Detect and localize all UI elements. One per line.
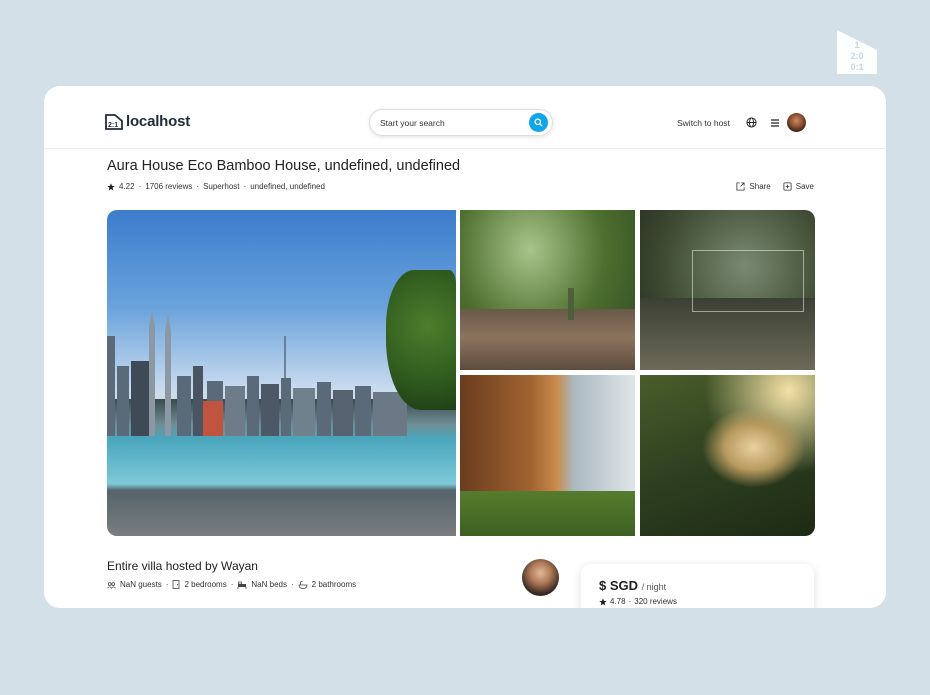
search-button[interactable] bbox=[529, 113, 548, 132]
location-link[interactable]: undefined, undefined bbox=[250, 182, 325, 191]
user-avatar[interactable] bbox=[786, 113, 806, 132]
guests-count: NaN guests bbox=[120, 580, 162, 589]
booking-rating-value: 4.78 bbox=[610, 597, 626, 606]
booking-card: $ SGD / night 4.78 · 320 reviews bbox=[581, 564, 814, 608]
host-avatar[interactable] bbox=[522, 559, 559, 596]
globe-icon[interactable] bbox=[746, 117, 757, 128]
listing-title: Aura House Eco Bamboo House, undefined, … bbox=[107, 158, 461, 174]
separator: · bbox=[138, 182, 142, 191]
search-icon bbox=[534, 118, 543, 127]
feature-bedrooms: 2 bedrooms bbox=[172, 580, 227, 589]
separator: · bbox=[196, 182, 200, 191]
svg-text:1: 1 bbox=[854, 40, 859, 50]
photo-bamboo-house-aerial[interactable] bbox=[640, 375, 815, 536]
bed-icon bbox=[237, 581, 247, 589]
listing-card: 2:1 localhost Start your search Switch t… bbox=[44, 86, 886, 608]
listing-meta: 4.22 · 1706 reviews · Superhost · undefi… bbox=[107, 182, 325, 191]
bathrooms-count: 2 bathrooms bbox=[311, 580, 357, 589]
bedroom-icon bbox=[173, 580, 180, 589]
feature-guests: NaN guests bbox=[107, 580, 162, 589]
photo-glass-pavilion[interactable] bbox=[640, 210, 815, 370]
photo-deck-dining[interactable] bbox=[460, 210, 635, 370]
pavilion-frame bbox=[692, 250, 804, 312]
star-icon bbox=[599, 597, 607, 605]
svg-text:0:1: 0:1 bbox=[850, 62, 863, 72]
search-input[interactable]: Start your search bbox=[380, 118, 445, 128]
price-unit: / night bbox=[641, 582, 667, 592]
nav-right: Switch to host bbox=[677, 113, 806, 132]
price-value: $ SGD bbox=[599, 578, 639, 593]
separator: · bbox=[628, 597, 632, 606]
switch-to-host-link[interactable]: Switch to host bbox=[677, 118, 730, 128]
separator: · bbox=[165, 580, 169, 589]
listing-features: NaN guests · 2 bedrooms · NaN beds · 2 b… bbox=[107, 580, 356, 589]
price-per-night: $ SGD / night bbox=[599, 578, 666, 593]
feature-bathrooms: 2 bathrooms bbox=[298, 580, 356, 589]
booking-rating: 4.78 · 320 reviews bbox=[599, 597, 677, 606]
tree-foliage bbox=[386, 270, 456, 410]
photo-gallery bbox=[107, 210, 815, 536]
save-label: Save bbox=[795, 182, 814, 191]
search-bar[interactable]: Start your search bbox=[369, 109, 553, 136]
beds-count: NaN beds bbox=[251, 580, 287, 589]
reviews-link[interactable]: 1706 reviews bbox=[145, 182, 192, 191]
brand-name: localhost bbox=[126, 112, 191, 130]
photo-bamboo-hut[interactable] bbox=[460, 375, 635, 536]
bedrooms-count: 2 bedrooms bbox=[184, 580, 227, 589]
main-photo-rooftop-pool[interactable] bbox=[107, 210, 456, 536]
brand-logo[interactable]: 2:1 localhost bbox=[105, 112, 190, 130]
booking-reviews-link[interactable]: 320 reviews bbox=[634, 597, 677, 606]
bathroom-icon bbox=[298, 580, 308, 589]
listing-actions: Share Save bbox=[736, 182, 814, 191]
separator: · bbox=[243, 182, 247, 191]
svg-text:2:0: 2:0 bbox=[850, 51, 863, 61]
host-title: Entire villa hosted by Wayan bbox=[107, 559, 258, 573]
separator: · bbox=[230, 580, 234, 589]
share-button[interactable]: Share bbox=[736, 182, 771, 191]
save-icon bbox=[783, 182, 792, 191]
menu-icon[interactable] bbox=[770, 118, 780, 128]
superhost-badge: Superhost bbox=[203, 182, 240, 191]
top-nav: 2:1 localhost Start your search Switch t… bbox=[44, 86, 886, 149]
feature-beds: NaN beds bbox=[237, 580, 287, 589]
rating-value: 4.22 bbox=[119, 182, 135, 191]
guests-icon bbox=[107, 581, 116, 589]
star-icon bbox=[107, 182, 115, 190]
share-icon bbox=[736, 182, 745, 191]
separator: · bbox=[290, 580, 294, 589]
corner-logo: 1 2:0 0:1 bbox=[837, 30, 877, 74]
railing bbox=[568, 288, 574, 320]
save-button[interactable]: Save bbox=[783, 182, 814, 191]
svg-text:2:1: 2:1 bbox=[108, 122, 118, 129]
brand-mark-icon: 2:1 bbox=[105, 114, 123, 130]
city-skyline bbox=[107, 311, 407, 436]
share-label: Share bbox=[749, 182, 771, 191]
